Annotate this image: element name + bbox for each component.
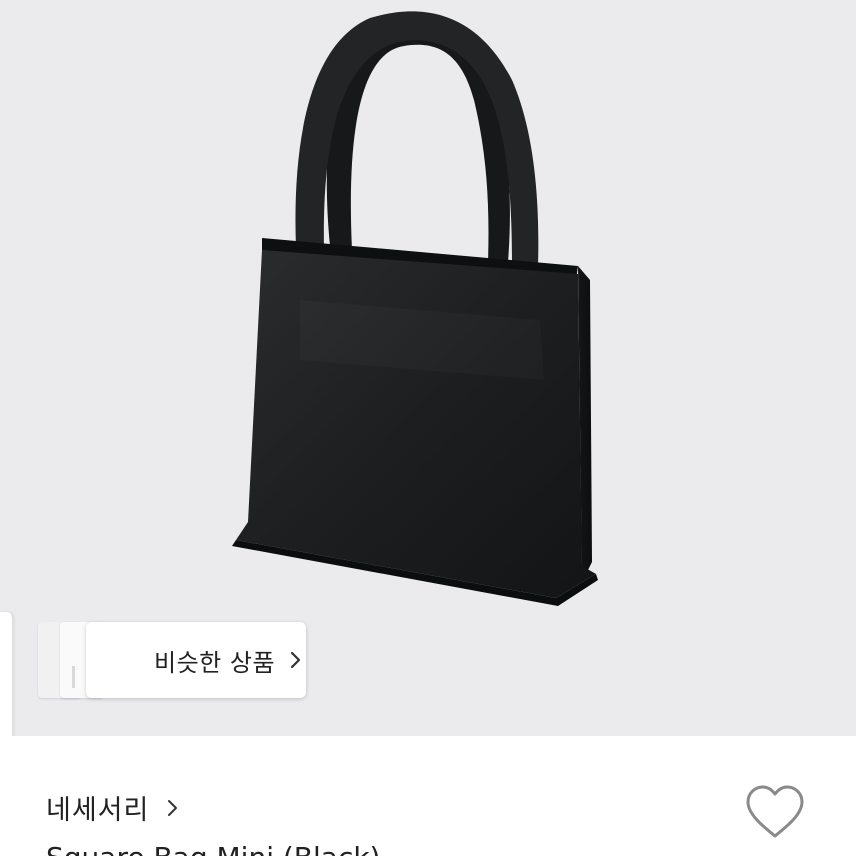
similar-products-chip[interactable]: 비슷한 상품 [86,622,306,698]
product-detail-page: 비슷한 상품 네세서리 Square Bag Mini (Black) [0,0,856,856]
heart-outline-icon[interactable] [744,784,806,840]
brand-link[interactable]: 네세서리 [46,788,179,827]
product-title: Square Bag Mini (Black) [46,844,380,856]
similar-products-label: 비슷한 상품 [154,648,276,677]
product-info: 네세서리 Square Bag Mini (Black) [0,736,856,856]
chevron-right-icon [168,799,178,816]
chevron-right-icon [290,651,301,669]
similar-products-button[interactable]: 비슷한 상품 [38,622,306,698]
brand-name: 네세서리 [46,795,150,826]
